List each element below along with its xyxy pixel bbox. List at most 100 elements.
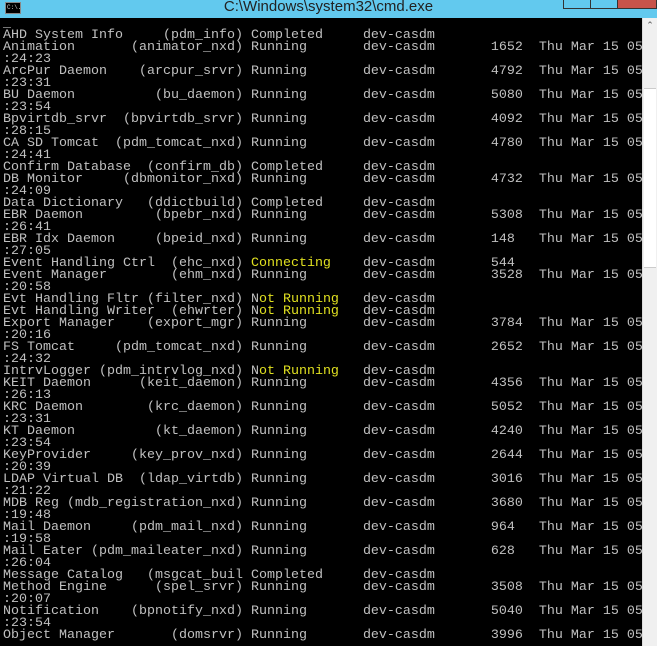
minimize-button[interactable] bbox=[563, 0, 591, 9]
service-host: dev-casdm bbox=[362, 580, 491, 595]
service-status: Running bbox=[250, 172, 363, 187]
service-row: Bpvirtdb_srvr (bpvirtdb_srvr) Running de… bbox=[3, 112, 643, 127]
service-pid: 4092 bbox=[490, 112, 539, 127]
service-host: dev-casdm bbox=[362, 520, 491, 535]
service-host: dev-casdm bbox=[362, 448, 491, 463]
service-started: Thu Mar 15 05 bbox=[538, 604, 643, 619]
service-pid: 2644 bbox=[490, 448, 539, 463]
service-started: Thu Mar 15 05 bbox=[538, 448, 643, 463]
service-row: Object Manager (domsrvr) Running dev-cas… bbox=[3, 628, 643, 643]
service-started: Thu Mar 15 05 bbox=[538, 208, 643, 223]
service-host: dev-casdm bbox=[362, 628, 491, 643]
service-started: Thu Mar 15 05 bbox=[538, 520, 643, 535]
console-lines: _ AHD System Info (pdm_info) Completed de… bbox=[3, 17, 643, 643]
service-row: EBR Daemon (bpebr_nxd) Running dev-casdm… bbox=[3, 208, 643, 223]
service-host: dev-casdm bbox=[362, 400, 491, 415]
service-status: Running bbox=[250, 424, 363, 439]
service-pid: 964 bbox=[490, 520, 539, 535]
service-started: Thu Mar 15 05 bbox=[538, 424, 643, 439]
service-status: Running bbox=[250, 316, 363, 331]
service-pid: 628 bbox=[490, 544, 539, 559]
service-started: Thu Mar 15 05 bbox=[538, 472, 643, 487]
service-status: Running bbox=[250, 112, 363, 127]
service-host: dev-casdm bbox=[362, 376, 491, 391]
service-started: Thu Mar 15 05 bbox=[538, 40, 643, 55]
service-started: Thu Mar 15 05 bbox=[538, 64, 643, 79]
scroll-up-arrow-icon[interactable]: ⌃ bbox=[643, 18, 657, 34]
service-status: Running bbox=[250, 232, 363, 247]
service-pid: 4732 bbox=[490, 172, 539, 187]
service-started: Thu Mar 15 05 bbox=[538, 376, 643, 391]
service-row: KRC Daemon (krc_daemon) Running dev-casd… bbox=[3, 400, 643, 415]
service-row: Mail Daemon (pdm_mail_nxd) Running dev-c… bbox=[3, 520, 643, 535]
service-pid: 3508 bbox=[490, 580, 539, 595]
service-host: dev-casdm bbox=[362, 340, 491, 355]
service-host: dev-casdm bbox=[362, 64, 491, 79]
service-started: Thu Mar 15 05 bbox=[538, 268, 643, 283]
close-button[interactable] bbox=[617, 0, 657, 9]
service-host: dev-casdm bbox=[362, 172, 491, 187]
service-row: LDAP Virtual DB (ldap_virtdb) Running de… bbox=[3, 472, 643, 487]
service-host: dev-casdm bbox=[362, 232, 491, 247]
service-pid: 3996 bbox=[490, 628, 539, 643]
service-pid: 148 bbox=[490, 232, 539, 247]
service-row: FS Tomcat (pdm_tomcat_nxd) Running dev-c… bbox=[3, 340, 643, 355]
service-row: DB Monitor (dbmonitor_nxd) Running dev-c… bbox=[3, 172, 643, 187]
service-row: EBR Idx Daemon (bpeid_nxd) Running dev-c… bbox=[3, 232, 643, 247]
service-row: ArcPur Daemon (arcpur_srvr) Running dev-… bbox=[3, 64, 643, 79]
service-pid: 3680 bbox=[490, 496, 539, 511]
service-row: Mail Eater (pdm_maileater_nxd) Running d… bbox=[3, 544, 643, 559]
vertical-scrollbar[interactable]: ⌃ bbox=[642, 18, 657, 646]
service-row: KT Daemon (kt_daemon) Running dev-casdm … bbox=[3, 424, 643, 439]
service-status: Running bbox=[250, 208, 363, 223]
service-row: Notification (bpnotify_nxd) Running dev-… bbox=[3, 604, 643, 619]
service-host: dev-casdm bbox=[362, 112, 491, 127]
title-bar[interactable]: C:\. C:\Windows\system32\cmd.exe bbox=[0, 0, 657, 18]
service-status: Running bbox=[250, 628, 363, 643]
service-status: Running bbox=[250, 448, 363, 463]
service-started: Thu Mar 15 05 bbox=[538, 88, 643, 103]
service-host: dev-casdm bbox=[362, 88, 491, 103]
window-title: C:\Windows\system32\cmd.exe bbox=[223, 0, 434, 15]
service-status: Running bbox=[250, 340, 363, 355]
service-status: Running bbox=[250, 64, 363, 79]
service-row: Event Manager (ehm_nxd) Running dev-casd… bbox=[3, 268, 643, 283]
service-host: dev-casdm bbox=[362, 208, 491, 223]
service-pid: 5052 bbox=[490, 400, 539, 415]
service-started: Thu Mar 15 05 bbox=[538, 136, 643, 151]
service-row: CA SD Tomcat (pdm_tomcat_nxd) Running de… bbox=[3, 136, 643, 151]
service-status: Running bbox=[250, 136, 363, 151]
service-pid: 4240 bbox=[490, 424, 539, 439]
service-status: Running bbox=[250, 400, 363, 415]
service-host: dev-casdm bbox=[362, 268, 491, 283]
service-started: Thu Mar 15 05 bbox=[538, 112, 643, 127]
service-row: Method Engine (spel_srvr) Running dev-ca… bbox=[3, 580, 643, 595]
service-pid: 5080 bbox=[490, 88, 539, 103]
service-started: Thu Mar 15 05 bbox=[538, 232, 643, 247]
service-status: Running bbox=[250, 88, 363, 103]
service-host: dev-casdm bbox=[362, 544, 491, 559]
service-row: Animation (animator_nxd) Running dev-cas… bbox=[3, 40, 643, 55]
service-status: Running bbox=[250, 376, 363, 391]
service-status: Running bbox=[250, 40, 363, 55]
service-host: dev-casdm bbox=[362, 424, 491, 439]
service-started: Thu Mar 15 05 bbox=[538, 316, 643, 331]
service-status: Running bbox=[250, 520, 363, 535]
service-status: Running bbox=[250, 472, 363, 487]
service-pid: 4780 bbox=[490, 136, 539, 151]
service-started: Thu Mar 15 05 bbox=[538, 340, 643, 355]
service-status: Running bbox=[250, 580, 363, 595]
service-host: dev-casdm bbox=[362, 496, 491, 511]
service-status: Running bbox=[250, 268, 363, 283]
service-host: dev-casdm bbox=[362, 316, 491, 331]
service-started: Thu Mar 15 05 bbox=[538, 496, 643, 511]
service-pid: 2652 bbox=[490, 340, 539, 355]
service-pid: 5040 bbox=[490, 604, 539, 619]
service-row: Export Manager (export_mgr) Running dev-… bbox=[3, 316, 643, 331]
service-name: Object Manager (domsrvr) bbox=[3, 628, 251, 643]
service-status: Running bbox=[250, 544, 363, 559]
console-output[interactable]: _ AHD System Info (pdm_info) Completed de… bbox=[0, 17, 643, 646]
maximize-button[interactable] bbox=[590, 0, 618, 9]
scrollbar-thumb[interactable] bbox=[644, 88, 656, 268]
service-started: Thu Mar 15 05 bbox=[538, 628, 643, 643]
